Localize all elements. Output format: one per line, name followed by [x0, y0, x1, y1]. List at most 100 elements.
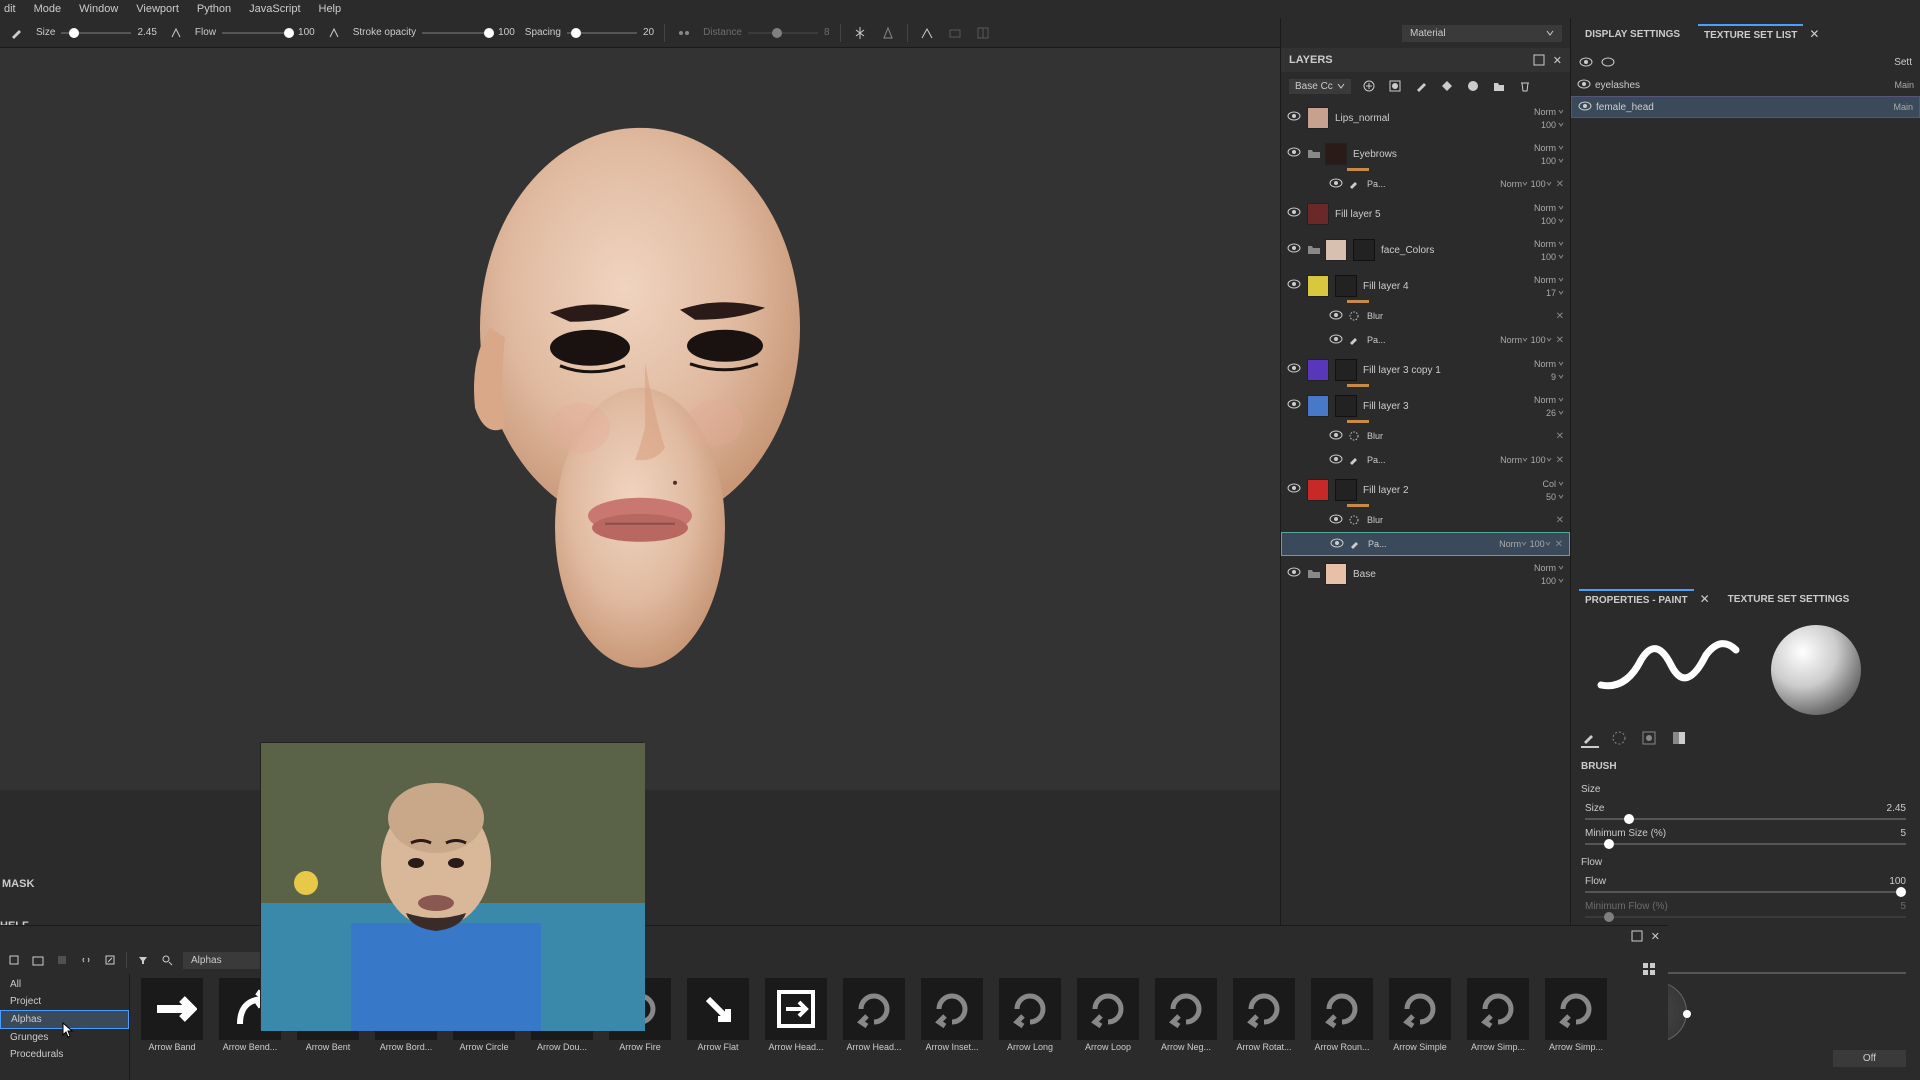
brush-flow-slider[interactable]: [1585, 891, 1906, 893]
opacity-slider[interactable]: [422, 32, 492, 34]
shelf-item[interactable]: Arrow Roun...: [1306, 978, 1378, 1052]
ts-visibility-icon[interactable]: [1577, 79, 1589, 91]
brush-tool-icon[interactable]: [8, 24, 26, 42]
shelf-category[interactable]: Procedurals: [0, 1046, 129, 1063]
effect-visibility-icon[interactable]: [1329, 514, 1341, 526]
shelf-link-icon[interactable]: [78, 952, 94, 968]
add-fill-layer-icon[interactable]: [1439, 78, 1455, 94]
tab-texture-set-list[interactable]: TEXTURE SET LIST: [1698, 24, 1803, 45]
distance-slider[interactable]: [748, 32, 818, 34]
layer-effect[interactable]: Pa...Norm 100✕: [1281, 172, 1570, 196]
tab-properties[interactable]: PROPERTIES - PAINT: [1579, 589, 1694, 610]
effect-visibility-icon[interactable]: [1329, 178, 1341, 190]
shelf-filter-icon[interactable]: [135, 952, 151, 968]
effect-visibility-icon[interactable]: [1329, 310, 1341, 322]
ts-visibility-icon[interactable]: [1578, 101, 1590, 113]
flow-slider[interactable]: [222, 32, 292, 34]
effect-remove-icon[interactable]: ✕: [1556, 515, 1564, 526]
visibility-icon[interactable]: [1287, 483, 1301, 497]
shelf-item[interactable]: Arrow Flat: [682, 978, 754, 1052]
shelf-item[interactable]: Arrow Simp...: [1462, 978, 1534, 1052]
tab-display-settings[interactable]: DISPLAY SETTINGS: [1579, 25, 1686, 44]
shelf-category[interactable]: Project: [0, 993, 129, 1010]
vis-all-icon[interactable]: [1579, 57, 1593, 67]
effect-remove-icon[interactable]: ✕: [1556, 311, 1564, 322]
visibility-icon[interactable]: [1287, 567, 1301, 581]
shelf-item[interactable]: Arrow Head...: [760, 978, 832, 1052]
pressure-size-icon[interactable]: [167, 24, 185, 42]
layer-row[interactable]: BaseNorm100: [1281, 556, 1570, 592]
effect-remove-icon[interactable]: ✕: [1556, 335, 1564, 346]
effect-remove-icon[interactable]: ✕: [1556, 455, 1564, 466]
add-smart-icon[interactable]: [1465, 78, 1481, 94]
layer-row[interactable]: Fill layer 3Norm26: [1281, 388, 1570, 424]
grid-icon[interactable]: [974, 24, 992, 42]
menu-mode[interactable]: Mode: [34, 3, 62, 15]
shelf-category[interactable]: Grunges: [0, 1029, 129, 1046]
props-close-icon[interactable]: ✕: [1700, 592, 1710, 606]
layer-row[interactable]: Fill layer 3 copy 1Norm9: [1281, 352, 1570, 388]
channel-dropdown[interactable]: Base Cc: [1289, 79, 1351, 94]
effect-visibility-icon[interactable]: [1329, 430, 1341, 442]
menu-help[interactable]: Help: [319, 3, 342, 15]
shelf-item[interactable]: Arrow Inset...: [916, 978, 988, 1052]
shelf-item[interactable]: Arrow Simp...: [1540, 978, 1612, 1052]
layers-dock-icon[interactable]: [1533, 54, 1545, 67]
shelf-item[interactable]: Arrow Simple: [1384, 978, 1456, 1052]
pressure-flow-icon[interactable]: [325, 24, 343, 42]
layer-row[interactable]: Fill layer 5Norm100: [1281, 196, 1570, 232]
shelf-category[interactable]: All: [0, 976, 129, 993]
viewport-3d[interactable]: [0, 48, 1280, 790]
visibility-icon[interactable]: [1287, 399, 1301, 413]
alpha-tab-icon[interactable]: [1611, 730, 1629, 748]
visibility-icon[interactable]: [1287, 243, 1301, 257]
shelf-item[interactable]: Arrow Rotat...: [1228, 978, 1300, 1052]
menu-window[interactable]: Window: [79, 3, 118, 15]
shelf-import-icon[interactable]: [30, 952, 46, 968]
material-dropdown[interactable]: Material: [1402, 25, 1562, 42]
shelf-item[interactable]: Arrow Band: [136, 978, 208, 1052]
layer-effect[interactable]: Blur✕: [1281, 304, 1570, 328]
effect-visibility-icon[interactable]: [1329, 334, 1341, 346]
visibility-icon[interactable]: [1287, 363, 1301, 377]
symmetry-settings-icon[interactable]: [879, 24, 897, 42]
brush-tab-icon[interactable]: [1581, 730, 1599, 748]
add-paint-layer-icon[interactable]: [1413, 78, 1429, 94]
effect-visibility-icon[interactable]: [1330, 538, 1342, 550]
visibility-icon[interactable]: [1287, 111, 1301, 125]
layer-row[interactable]: face_ColorsNorm100: [1281, 232, 1570, 268]
perspective-icon[interactable]: [946, 24, 964, 42]
vis-all-solo-icon[interactable]: [1601, 57, 1615, 67]
shelf-dock-icon[interactable]: [1631, 930, 1643, 942]
effect-visibility-icon[interactable]: [1329, 454, 1341, 466]
add-folder-icon[interactable]: [1491, 78, 1507, 94]
settings-button[interactable]: Sett: [1894, 57, 1912, 68]
add-effect-icon[interactable]: [1361, 78, 1377, 94]
layer-effect[interactable]: Pa...Norm 100✕: [1281, 328, 1570, 352]
symmetry-icon[interactable]: [851, 24, 869, 42]
layer-row[interactable]: Fill layer 4Norm17: [1281, 268, 1570, 304]
layer-effect[interactable]: Blur✕: [1281, 424, 1570, 448]
effect-remove-icon[interactable]: ✕: [1555, 539, 1563, 550]
shelf-search-icon[interactable]: [159, 952, 175, 968]
shelf-save-icon[interactable]: [54, 952, 70, 968]
stencil-tab-icon[interactable]: [1641, 730, 1659, 748]
menu-edit[interactable]: dit: [4, 3, 16, 15]
shelf-category[interactable]: Alphas: [0, 1010, 129, 1029]
tsl-close-icon[interactable]: ✕: [1809, 27, 1819, 41]
shelf-item[interactable]: Arrow Loop: [1072, 978, 1144, 1052]
layer-row[interactable]: EyebrowsNorm100: [1281, 136, 1570, 172]
layer-row[interactable]: Fill layer 2Col50: [1281, 472, 1570, 508]
brush-size-slider[interactable]: [1585, 818, 1906, 820]
shelf-reimport-icon[interactable]: [102, 952, 118, 968]
shelf-item[interactable]: Arrow Neg...: [1150, 978, 1222, 1052]
texture-set-item[interactable]: female_headMain: [1571, 96, 1920, 118]
menu-viewport[interactable]: Viewport: [136, 3, 179, 15]
lazy-mouse-icon[interactable]: [675, 24, 693, 42]
visibility-icon[interactable]: [1287, 279, 1301, 293]
layer-effect[interactable]: Pa...Norm 100✕: [1281, 448, 1570, 472]
menu-python[interactable]: Python: [197, 3, 231, 15]
menu-javascript[interactable]: JavaScript: [249, 3, 300, 15]
visibility-icon[interactable]: [1287, 207, 1301, 221]
add-mask-icon[interactable]: [1387, 78, 1403, 94]
